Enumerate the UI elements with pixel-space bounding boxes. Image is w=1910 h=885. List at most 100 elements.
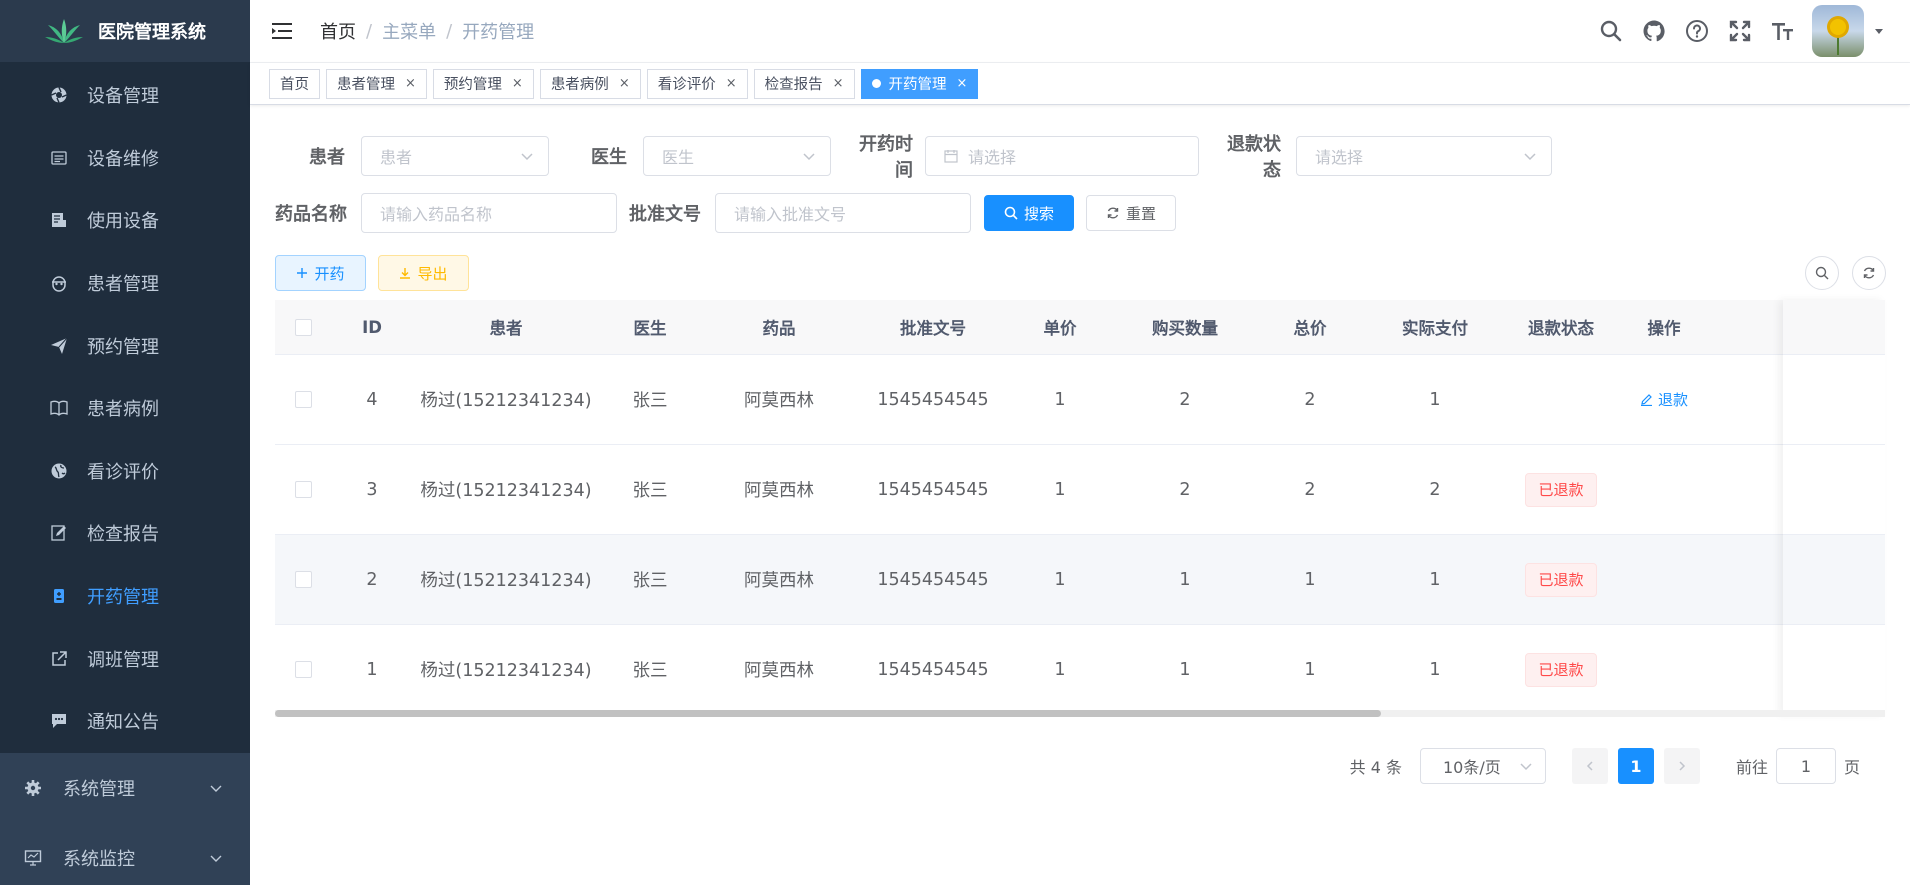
row-select-cell bbox=[275, 481, 331, 498]
cell-total: 1 bbox=[1304, 569, 1316, 590]
refund-select[interactable]: 请选择 bbox=[1296, 136, 1552, 176]
avatar[interactable] bbox=[1812, 5, 1864, 57]
column-header: 操作 bbox=[1647, 319, 1681, 338]
tag-item[interactable]: 开药管理 × bbox=[860, 68, 979, 99]
patient-select[interactable]: 患者 bbox=[361, 136, 549, 176]
close-icon[interactable]: × bbox=[833, 76, 844, 91]
breadcrumb-current: 开药管理 bbox=[462, 22, 535, 43]
prev-page-button[interactable] bbox=[1571, 748, 1608, 784]
sidebar-item[interactable]: 设备管理 bbox=[0, 64, 250, 127]
table-row[interactable]: 3 杨过(15212341234) 张三 阿莫西林 1545454545 1 2 2 2 已退款 bbox=[275, 445, 1885, 535]
action-cell: 退款 bbox=[1613, 389, 1715, 411]
close-icon[interactable]: × bbox=[405, 76, 416, 91]
sidebar-item[interactable]: 患者管理 bbox=[0, 252, 250, 315]
cell-id: 2 bbox=[366, 569, 378, 590]
search-button[interactable]: 搜索 bbox=[984, 195, 1074, 231]
select-all-checkbox[interactable] bbox=[294, 318, 312, 336]
font-size-icon[interactable] bbox=[1770, 18, 1796, 44]
close-icon[interactable]: × bbox=[957, 76, 968, 91]
next-page-button[interactable] bbox=[1663, 748, 1700, 784]
close-icon[interactable]: × bbox=[726, 76, 737, 91]
breadcrumb-separator: / bbox=[366, 20, 373, 42]
tag-item[interactable]: 看诊评价 × bbox=[646, 68, 748, 99]
horizontal-scrollbar[interactable] bbox=[275, 710, 1885, 717]
refresh-button[interactable] bbox=[1852, 256, 1886, 290]
scrollbar-thumb[interactable] bbox=[275, 710, 1381, 717]
tag-item[interactable]: 检查报告 × bbox=[753, 68, 855, 99]
close-icon[interactable]: × bbox=[619, 76, 630, 91]
column-header: 退款状态 bbox=[1528, 319, 1594, 338]
breadcrumb-home[interactable]: 首页 bbox=[320, 18, 356, 44]
page-button-current[interactable]: 1 bbox=[1617, 748, 1654, 784]
doctor-label: 医生 bbox=[591, 147, 627, 168]
row-checkbox[interactable] bbox=[294, 481, 312, 498]
doctor-placeholder: 医生 bbox=[662, 148, 695, 167]
github-icon[interactable] bbox=[1641, 18, 1667, 44]
sidebar-item[interactable]: 看诊评价 bbox=[0, 440, 250, 503]
tag-item[interactable]: 首页 bbox=[269, 68, 320, 99]
chevron-down-icon bbox=[210, 855, 222, 862]
sidebar-item-label: 设备维修 bbox=[87, 148, 159, 170]
tag-item[interactable]: 患者病例 × bbox=[539, 68, 641, 99]
logo[interactable]: 医院管理系统 bbox=[0, 0, 250, 62]
time-picker[interactable]: 请选择 bbox=[925, 136, 1199, 176]
cell-id: 3 bbox=[366, 479, 378, 500]
refund-status-cell: 已退款 bbox=[1509, 562, 1613, 597]
sidebar-group[interactable]: 系统监控 bbox=[0, 823, 250, 885]
aperture-icon bbox=[48, 84, 70, 106]
sidebar-item[interactable]: 患者病例 bbox=[0, 377, 250, 440]
sidebar-item[interactable]: 预约管理 bbox=[0, 314, 250, 377]
cell-patient: 杨过(15212341234) bbox=[420, 661, 592, 681]
caret-down-icon[interactable] bbox=[1874, 26, 1884, 36]
reset-button[interactable]: 重置 bbox=[1086, 195, 1176, 231]
cell-price: 1 bbox=[1054, 659, 1066, 680]
toggle-search-button[interactable] bbox=[1805, 256, 1839, 290]
cell-drug: 阿莫西林 bbox=[744, 661, 814, 681]
sidebar-item[interactable]: 调班管理 bbox=[0, 627, 250, 690]
cell-patient: 杨过(15212341234) bbox=[420, 481, 592, 501]
drug-label: 药品名称 bbox=[275, 204, 347, 225]
breadcrumb-menu: 主菜单 bbox=[382, 22, 437, 43]
cell-id: 1 bbox=[366, 659, 378, 680]
tag-item[interactable]: 预约管理 × bbox=[432, 68, 534, 99]
row-checkbox[interactable] bbox=[294, 571, 312, 588]
peoples-icon bbox=[48, 272, 70, 294]
row-checkbox[interactable] bbox=[294, 391, 312, 408]
hamburger-icon[interactable] bbox=[270, 19, 294, 43]
sidebar-group[interactable]: 系统管理 bbox=[0, 753, 250, 823]
fullscreen-icon[interactable] bbox=[1727, 18, 1753, 44]
export-button[interactable]: 导出 bbox=[378, 255, 469, 291]
prescription-table: ID 患者 医生 药品 批准文号 单价 购买数量 总价 实际支付 退款状态 操作 4 杨过(15212… bbox=[275, 300, 1885, 717]
question-icon[interactable] bbox=[1684, 18, 1710, 44]
sidebar-item[interactable]: 通知公告 bbox=[0, 690, 250, 753]
sidebar-item[interactable]: 开药管理 bbox=[0, 565, 250, 628]
add-button-label: 开药 bbox=[314, 264, 345, 283]
patient-label: 患者 bbox=[309, 147, 345, 168]
sidebar-item[interactable]: 使用设备 bbox=[0, 189, 250, 252]
doctor-select[interactable]: 医生 bbox=[643, 136, 831, 176]
search-icon[interactable] bbox=[1598, 18, 1624, 44]
pill-icon bbox=[48, 585, 70, 607]
sidebar-item-label: 预约管理 bbox=[87, 336, 159, 358]
logo-icon bbox=[45, 19, 83, 43]
table-row[interactable]: 4 杨过(15212341234) 张三 阿莫西林 1545454545 1 2 2 1 退款 bbox=[275, 355, 1885, 445]
tag-label: 预约管理 bbox=[443, 77, 502, 93]
tag-item[interactable]: 患者管理 × bbox=[326, 68, 427, 99]
close-icon[interactable]: × bbox=[512, 76, 523, 91]
sidebar-item[interactable]: 检查报告 bbox=[0, 502, 250, 565]
approval-input[interactable]: 请输入批准文号 bbox=[715, 193, 971, 233]
table-row[interactable]: 1 杨过(15212341234) 张三 阿莫西林 1545454545 1 1 1 1 已退款 bbox=[275, 625, 1885, 715]
table-row[interactable]: 2 杨过(15212341234) 张三 阿莫西林 1545454545 1 1 1 1 已退款 bbox=[275, 535, 1885, 625]
row-checkbox[interactable] bbox=[294, 661, 312, 678]
goto-page-input[interactable]: 1 bbox=[1775, 748, 1836, 784]
sidebar-group-label: 系统管理 bbox=[63, 778, 135, 800]
refund-button[interactable]: 退款 bbox=[1640, 389, 1688, 410]
cell-drug: 阿莫西林 bbox=[744, 571, 814, 591]
add-prescription-button[interactable]: 开药 bbox=[275, 255, 366, 291]
sidebar-item[interactable]: 设备维修 bbox=[0, 127, 250, 190]
drug-input[interactable]: 请输入药品名称 bbox=[361, 193, 617, 233]
select-all-cell bbox=[275, 318, 331, 336]
page-size-select[interactable]: 10条/页 bbox=[1419, 748, 1546, 784]
cell-total: 2 bbox=[1304, 479, 1316, 500]
gear-icon bbox=[22, 777, 44, 799]
